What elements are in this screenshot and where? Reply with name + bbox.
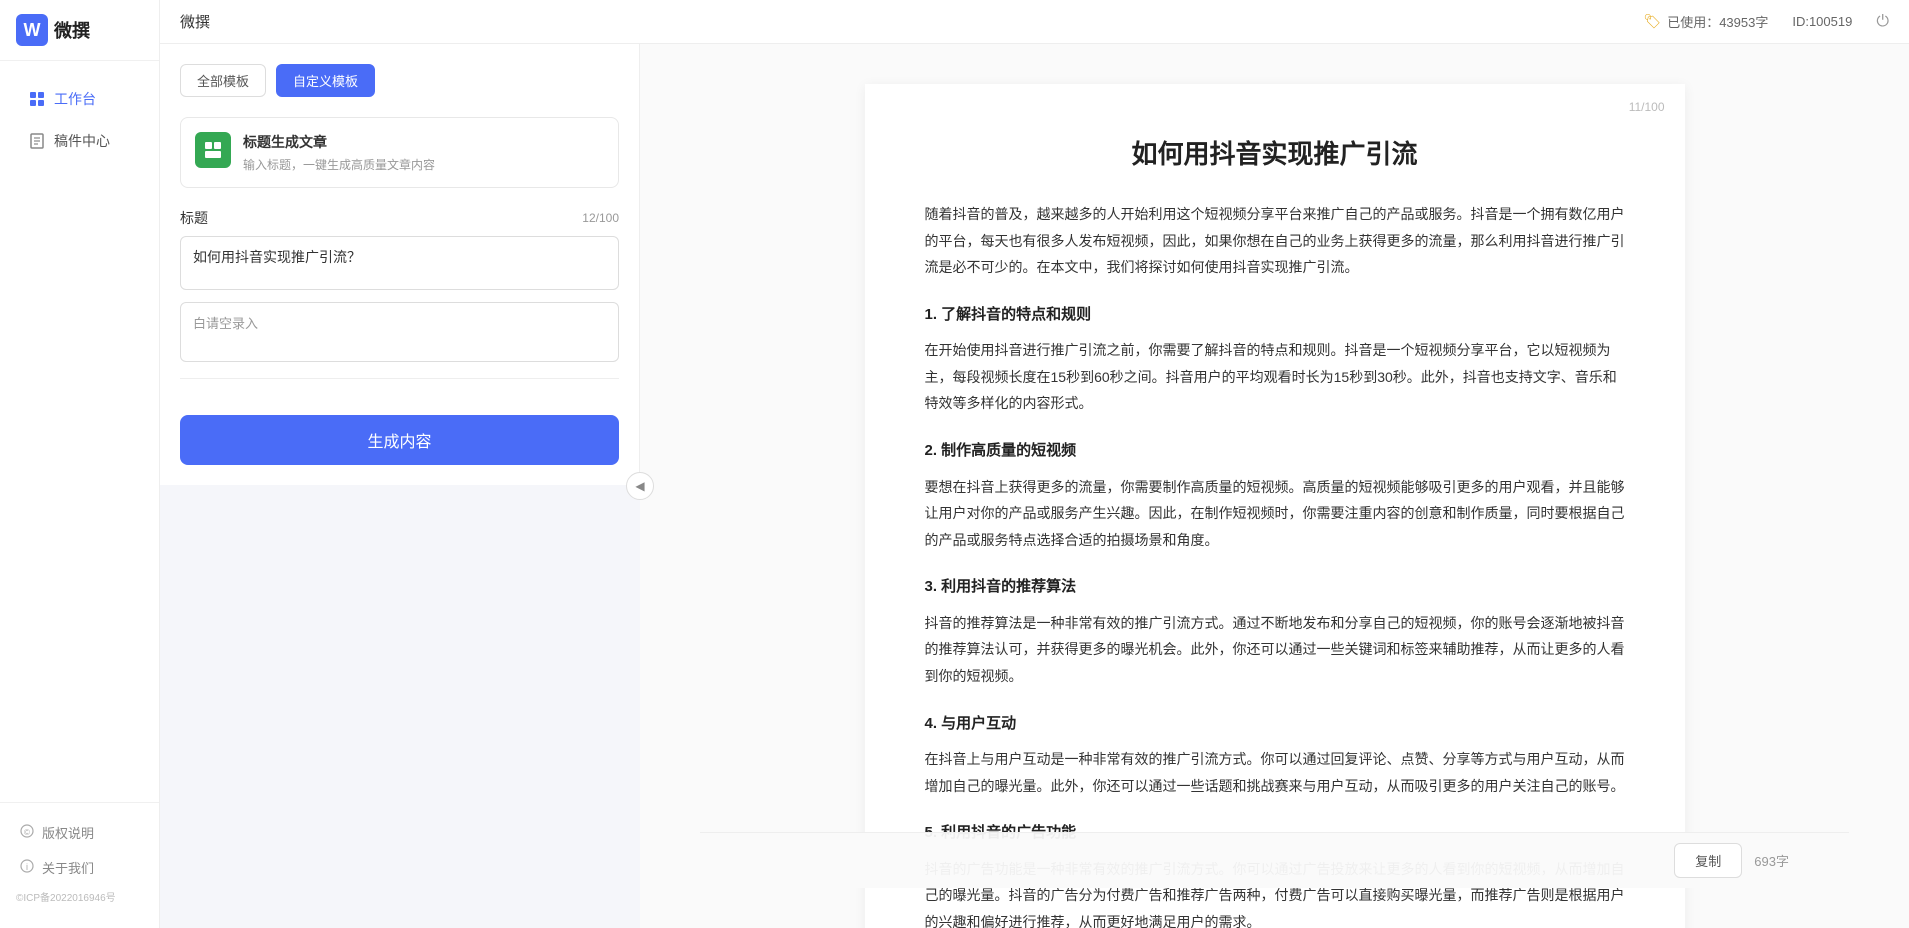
template-info: 标题生成文章 输入标题，一键生成高质量文章内容 — [243, 132, 435, 173]
sidebar-item-drafts-label: 稿件中心 — [54, 131, 110, 151]
template-title: 标题生成文章 — [243, 132, 435, 152]
sidebar: W 微撰 工作台 — [0, 0, 160, 928]
topbar-title: 微撰 — [180, 11, 210, 32]
article-section-heading: 3. 利用抖音的推荐算法 — [925, 573, 1625, 602]
article-section-heading: 2. 制作高质量的短视频 — [925, 437, 1625, 466]
about-icon: i — [20, 859, 34, 876]
generate-btn-wrap: 生成内容 — [180, 395, 619, 465]
content-placeholder-area[interactable]: 白请空录入 — [180, 302, 619, 362]
copyright-icon: © — [20, 824, 34, 841]
usage-text: 已使用：43953字 — [1667, 12, 1768, 31]
topbar-right: 🏷 已使用：43953字 ID:100519 ⏻ — [1643, 12, 1889, 31]
left-panel-wrapper: 全部模板 自定义模板 标题生成文章 输入标题，一键生成高质量文章内容 — [160, 44, 640, 928]
copy-btn[interactable]: 复制 — [1674, 843, 1742, 878]
power-icon[interactable]: ⏻ — [1876, 13, 1889, 31]
content-placeholder-text: 白请空录入 — [193, 316, 258, 331]
title-input[interactable]: 如何用抖音实现推广引流？ — [180, 236, 619, 290]
divider — [180, 378, 619, 379]
article-title: 如何用抖音实现推广引流 — [925, 134, 1625, 171]
svg-text:i: i — [26, 862, 28, 872]
sidebar-bottom: © 版权说明 i 关于我们 ©ICP备2022016946号 — [0, 802, 159, 928]
form-label-row: 标题 12/100 — [180, 208, 619, 228]
sidebar-item-workbench-label: 工作台 — [54, 89, 96, 109]
article-paragraph: 抖音的推荐算法是一种非常有效的推广引流方式。通过不断地发布和分享自己的短视频，你… — [925, 610, 1625, 690]
article-container: 11/100 如何用抖音实现推广引流 随着抖音的普及，越来越多的人开始利用这个短… — [865, 84, 1685, 928]
sidebar-item-copyright[interactable]: © 版权说明 — [0, 815, 159, 850]
char-count: 12/100 — [582, 211, 619, 225]
about-label: 关于我们 — [42, 858, 94, 877]
sidebar-item-about[interactable]: i 关于我们 — [0, 850, 159, 885]
workbench-icon — [28, 90, 46, 108]
template-card[interactable]: 标题生成文章 输入标题，一键生成高质量文章内容 — [180, 117, 619, 188]
tab-all-templates[interactable]: 全部模板 — [180, 64, 266, 97]
logo-area: W 微撰 — [0, 0, 159, 61]
topbar: 微撰 🏷 已使用：43953字 ID:100519 ⏻ — [160, 0, 1909, 44]
template-card-icon — [195, 132, 231, 168]
main-area: 微撰 🏷 已使用：43953字 ID:100519 ⏻ 全部模板 自定义模板 — [160, 0, 1909, 928]
usage-info: 🏷 已使用：43953字 — [1643, 12, 1768, 31]
tab-custom-templates[interactable]: 自定义模板 — [276, 64, 375, 97]
title-label: 标题 — [180, 208, 208, 228]
svg-text:W: W — [24, 20, 41, 40]
article-section-heading: 4. 与用户互动 — [925, 710, 1625, 739]
article-body: 随着抖音的普及，越来越多的人开始利用这个短视频分享平台来推广自己的产品或服务。抖… — [925, 201, 1625, 928]
article-section-heading: 1. 了解抖音的特点和规则 — [925, 301, 1625, 330]
article-paragraph: 要想在抖音上获得更多的流量，你需要制作高质量的短视频。高质量的短视频能够吸引更多… — [925, 474, 1625, 554]
collapse-panel-btn[interactable]: ◀ — [626, 472, 654, 500]
sidebar-item-workbench[interactable]: 工作台 — [8, 79, 151, 119]
icp-text: ©ICP备2022016946号 — [0, 885, 159, 908]
right-panel: 11/100 如何用抖音实现推广引流 随着抖音的普及，越来越多的人开始利用这个短… — [640, 44, 1909, 928]
drafts-icon — [28, 132, 46, 150]
user-id: ID:100519 — [1792, 14, 1852, 29]
app-name: 微撰 — [54, 17, 90, 43]
sidebar-nav: 工作台 稿件中心 — [0, 61, 159, 802]
article-paragraph: 在开始使用抖音进行推广引流之前，你需要了解抖音的特点和规则。抖音是一个短视频分享… — [925, 337, 1625, 417]
usage-icon: 🏷 — [1643, 13, 1661, 30]
page-number: 11/100 — [1629, 100, 1665, 114]
article-paragraph: 在抖音上与用户互动是一种非常有效的推广引流方式。你可以通过回复评论、点赞、分享等… — [925, 746, 1625, 799]
svg-text:©: © — [24, 828, 30, 837]
article-footer: 复制 693字 — [700, 832, 1849, 888]
logo-icon: W — [16, 14, 48, 46]
article-paragraph: 随着抖音的普及，越来越多的人开始利用这个短视频分享平台来推广自己的产品或服务。抖… — [925, 201, 1625, 281]
template-description: 输入标题，一键生成高质量文章内容 — [243, 156, 435, 173]
tab-bar: 全部模板 自定义模板 — [180, 64, 619, 97]
generate-btn[interactable]: 生成内容 — [180, 415, 619, 465]
word-count: 693字 — [1754, 851, 1789, 870]
content-area: 全部模板 自定义模板 标题生成文章 输入标题，一键生成高质量文章内容 — [160, 44, 1909, 928]
left-panel: 全部模板 自定义模板 标题生成文章 输入标题，一键生成高质量文章内容 — [160, 44, 640, 485]
copyright-label: 版权说明 — [42, 823, 94, 842]
sidebar-item-drafts[interactable]: 稿件中心 — [8, 121, 151, 161]
